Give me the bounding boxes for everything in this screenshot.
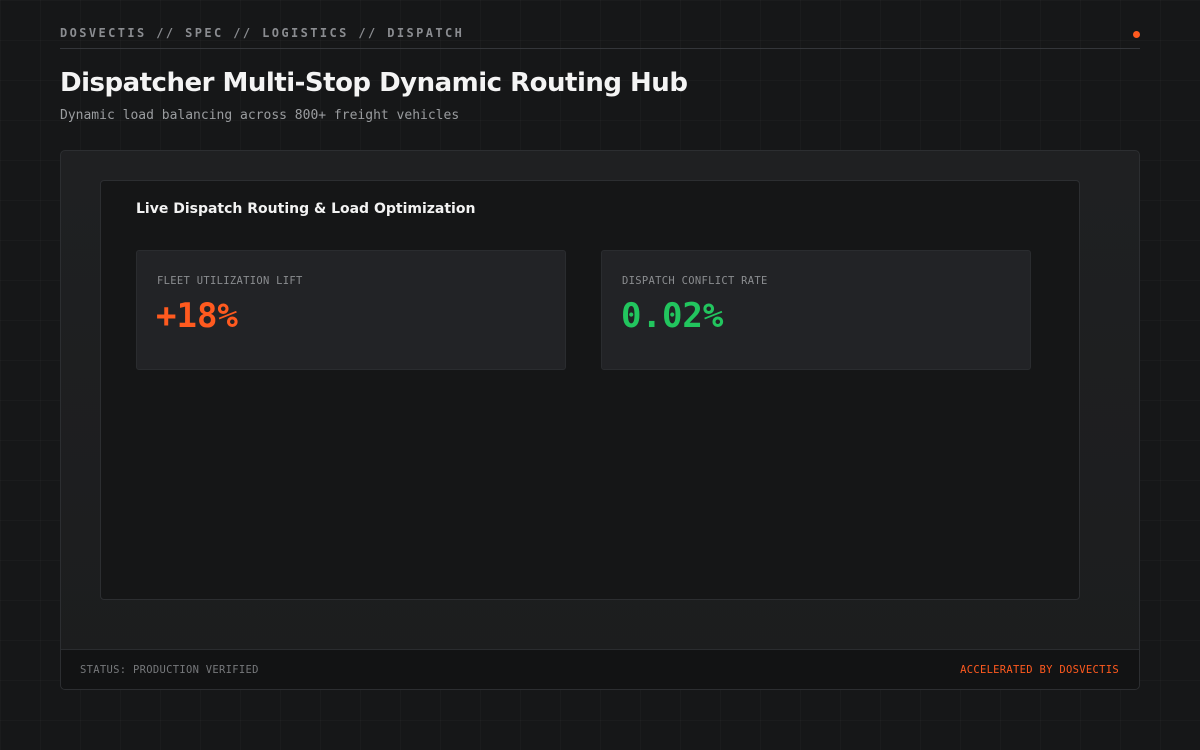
metric-value: 0.02% xyxy=(621,296,724,336)
panel-title: Live Dispatch Routing & Load Optimizatio… xyxy=(136,201,476,217)
metric-value: +18% xyxy=(156,296,238,336)
metric-label: FLEET UTILIZATION LIFT xyxy=(157,275,303,287)
page-title: Dispatcher Multi-Stop Dynamic Routing Hu… xyxy=(60,68,688,98)
page-subtitle: Dynamic load balancing across 800+ freig… xyxy=(60,108,460,123)
status-dot-icon xyxy=(1133,31,1140,38)
dispatch-panel: Live Dispatch Routing & Load Optimizatio… xyxy=(100,180,1080,600)
card-footer: STATUS: PRODUCTION VERIFIED ACCELERATED … xyxy=(61,649,1139,689)
footer-credit: ACCELERATED BY DOSVECTIS xyxy=(960,664,1119,676)
metric-label: DISPATCH CONFLICT RATE xyxy=(622,275,768,287)
dashboard-card: Live Dispatch Routing & Load Optimizatio… xyxy=(60,150,1140,690)
metric-card-fleet-utilization: FLEET UTILIZATION LIFT +18% xyxy=(136,250,566,370)
top-header: DOSVECTIS // SPEC // LOGISTICS // DISPAT… xyxy=(60,26,1140,49)
footer-status: STATUS: PRODUCTION VERIFIED xyxy=(80,664,259,676)
breadcrumb: DOSVECTIS // SPEC // LOGISTICS // DISPAT… xyxy=(60,26,465,40)
metric-card-dispatch-conflict: DISPATCH CONFLICT RATE 0.02% xyxy=(601,250,1031,370)
